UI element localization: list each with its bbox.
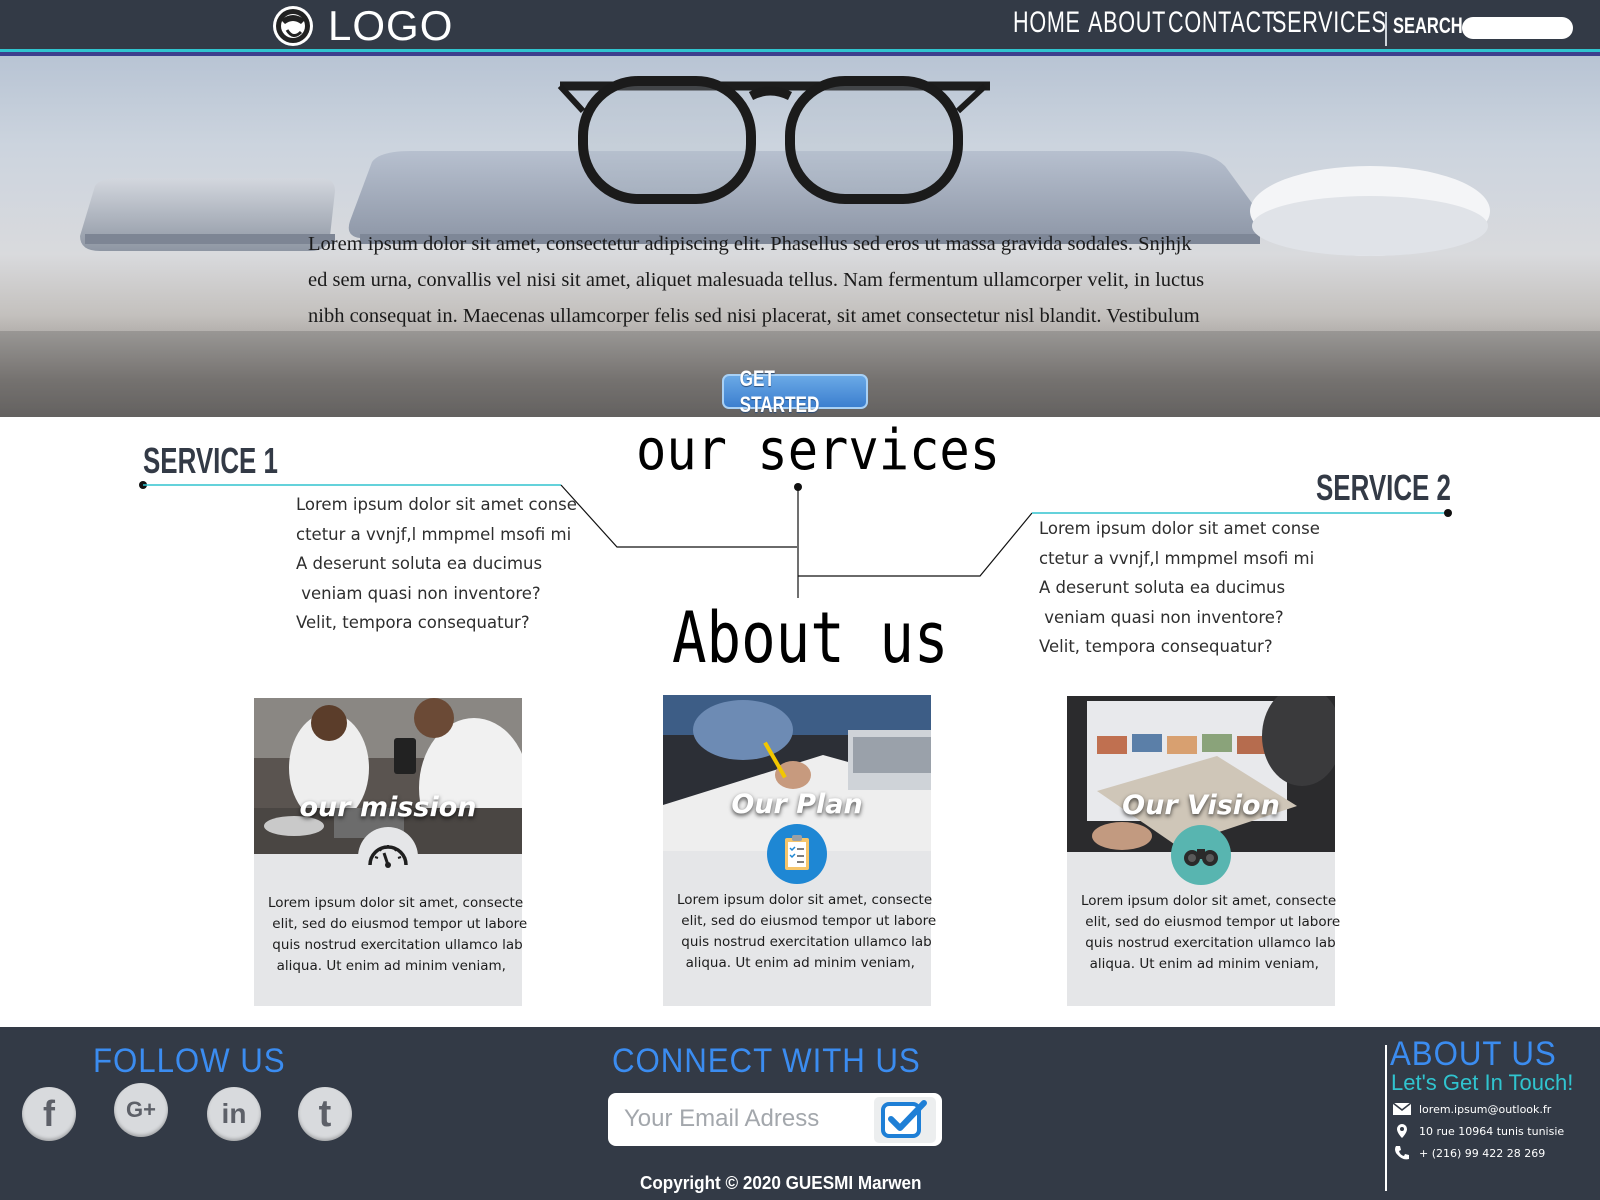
plan-card-text: Lorem ipsum dolor sit amet, consecte eli… (677, 890, 937, 974)
card-text-line: elit, sed do eiusmod tempor ut labore (1081, 914, 1341, 930)
vision-card-text: Lorem ipsum dolor sit amet, consecte eli… (1081, 891, 1341, 975)
card-text-line: Lorem ipsum dolor sit amet, consecte (677, 892, 933, 908)
speedometer-icon (358, 827, 418, 887)
service-text-line: A deserunt soluta ea ducimus (296, 554, 543, 573)
card-text-line: Lorem ipsum dolor sit amet, consecte (1081, 893, 1337, 909)
service-text-line: A deserunt soluta ea ducimus (1039, 578, 1286, 597)
linkedin-icon[interactable]: in (207, 1087, 261, 1141)
contact-email-text: lorem.ipsum@outlook.fr (1419, 1102, 1552, 1116)
mission-card[interactable]: our mission Lorem ipsum dolor sit amet, … (254, 698, 528, 1006)
main-nav: HOME ABOUT CONTACT SERVICES (1013, 6, 1386, 40)
hero-text-line: nibh consequat in. Maecenas ullamcorper … (308, 305, 1200, 327)
about-heading: About us (672, 597, 949, 679)
service-2-text: Lorem ipsum dolor sit amet conse ctetur … (1039, 514, 1320, 662)
get-in-touch-text: Let's Get In Touch! (1391, 1070, 1574, 1095)
plan-card-label: Our Plan (731, 789, 863, 820)
service-1-text: Lorem ipsum dolor sit amet conse ctetur … (296, 490, 577, 638)
footer-about-heading: ABOUT US (1390, 1035, 1557, 1073)
service-text-line: veniam quasi non inventore? (1039, 607, 1284, 627)
site-footer: FOLLOW US f G+ in t CONNECT WITH US Copy… (0, 1027, 1600, 1200)
nav-divider (1385, 12, 1387, 46)
checkbox-check-icon (881, 1100, 927, 1138)
connect-heading: CONNECT WITH US (612, 1042, 921, 1080)
service-text-line: Velit, tempora consequatur? (296, 613, 530, 632)
logo-text[interactable]: LOGO (328, 2, 453, 50)
vision-card[interactable]: Our Vision Lorem ipsum dolor sit amet, c… (1067, 696, 1341, 1006)
card-text-line: quis nostrud exercitation ullamco lab (1081, 935, 1336, 951)
service-text-line: ctetur a vvnjf,l mmpmel msofi mi (1039, 548, 1315, 568)
plan-card[interactable]: Our Plan Lorem ipsum dolor sit amet, con… (663, 695, 937, 1006)
mission-card-text: Lorem ipsum dolor sit amet, consecte eli… (268, 893, 528, 977)
nav-about[interactable]: ABOUT (1088, 6, 1165, 40)
phone-icon (1391, 1144, 1413, 1162)
hero-text-line: ed sem urna, convallis vel nisi sit amet… (308, 269, 1205, 291)
service-2-title: SERVICE 2 (1316, 467, 1451, 508)
clipboard-checklist-icon (767, 824, 827, 884)
card-text-line: aliqua. Ut enim ad minim veniam, (677, 955, 915, 971)
contact-phone-text: + (216) 99 422 28 269 (1419, 1146, 1546, 1160)
hero-text: Lorem ipsum dolor sit amet, consectetur … (308, 226, 1318, 334)
envelope-icon (1391, 1100, 1413, 1118)
site-header: LOGO HOME ABOUT CONTACT SERVICES SEARCH (0, 0, 1600, 57)
facebook-icon[interactable]: f (22, 1087, 76, 1141)
card-text-line: quis nostrud exercitation ullamco lab (268, 937, 523, 953)
nav-home[interactable]: HOME (1013, 6, 1080, 40)
footer-divider (1385, 1045, 1387, 1191)
card-text-line: elit, sed do eiusmod tempor ut labore (268, 916, 528, 932)
service-text-line: Lorem ipsum dolor sit amet conse (1039, 519, 1320, 538)
mission-card-label: our mission (299, 792, 477, 823)
logo-icon[interactable] (273, 6, 313, 46)
service-text-line: Lorem ipsum dolor sit amet conse (296, 495, 577, 514)
follow-us-heading: FOLLOW US (93, 1042, 286, 1080)
get-started-button[interactable]: GET STARTED (722, 366, 868, 417)
service-text-line: veniam quasi non inventore? (296, 583, 541, 603)
card-text-line: aliqua. Ut enim ad minim veniam, (1081, 956, 1319, 972)
service-1-title: SERVICE 1 (143, 440, 278, 481)
nav-contact[interactable]: CONTACT (1168, 6, 1275, 40)
binoculars-icon (1171, 825, 1231, 885)
newsletter-form (608, 1093, 942, 1146)
search-label: SEARCH (1393, 13, 1463, 38)
card-text-line: aliqua. Ut enim ad minim veniam, (268, 958, 506, 974)
hero-banner: Lorem ipsum dolor sit amet, consectetur … (0, 56, 1600, 417)
card-text-line: elit, sed do eiusmod tempor ut labore (677, 913, 937, 929)
email-input[interactable] (624, 1104, 869, 1134)
contact-email[interactable]: lorem.ipsum@outlook.fr (1391, 1100, 1551, 1118)
tumblr-icon[interactable]: t (298, 1087, 352, 1141)
map-pin-icon (1391, 1122, 1413, 1140)
card-text-line: Lorem ipsum dolor sit amet, consecte (268, 895, 524, 911)
copyright-text: Copyright © 2020 GUESMI Marwen (640, 1173, 922, 1193)
service-text-line: Velit, tempora consequatur? (1039, 637, 1273, 656)
hero-text-line: Lorem ipsum dolor sit amet, consectetur … (308, 233, 1192, 255)
contact-phone[interactable]: + (216) 99 422 28 269 (1391, 1144, 1545, 1162)
google-plus-icon[interactable]: G+ (114, 1083, 168, 1137)
service-text-line: ctetur a vvnjf,l mmpmel msofi mi (296, 524, 572, 544)
card-text-line: quis nostrud exercitation ullamco lab (677, 934, 932, 950)
search-input[interactable] (1462, 17, 1573, 39)
nav-services[interactable]: SERVICES (1272, 6, 1386, 40)
subscribe-button[interactable] (874, 1097, 936, 1143)
vision-card-label: Our Vision (1122, 790, 1280, 821)
contact-address-text: 10 rue 10964 tunis tunisie (1419, 1124, 1565, 1138)
contact-address: 10 rue 10964 tunis tunisie (1391, 1122, 1564, 1140)
